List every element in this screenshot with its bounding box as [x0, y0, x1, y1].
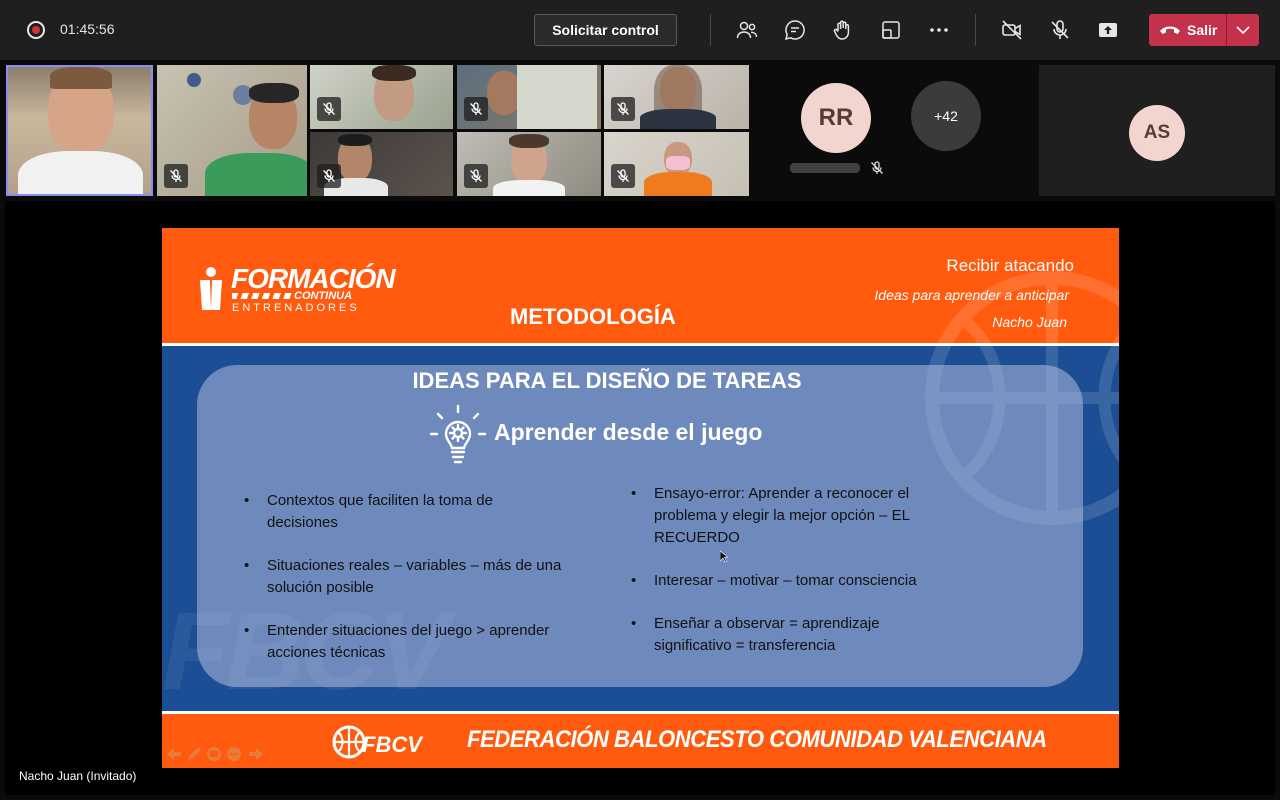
- microphone-off-icon: [170, 169, 182, 182]
- toolbar-divider: [975, 14, 976, 46]
- formacion-continua-logo: FORMACIÓN CONTINUA ENTRENADORES: [196, 264, 396, 314]
- raise-hand-icon[interactable]: [831, 18, 855, 42]
- muted-mic-indicator: [464, 97, 488, 121]
- blurred-participant-name: [790, 163, 860, 173]
- participant-tile[interactable]: AS: [1039, 65, 1275, 196]
- leave-button[interactable]: Salir: [1149, 14, 1226, 46]
- toolbar-divider: [710, 14, 711, 46]
- muted-mic-indicator: [611, 97, 635, 121]
- bullet-item: • Entender situaciones del juego > aprend…: [244, 622, 550, 661]
- presentation-slide: FORMACIÓN CONTINUA ENTRENADORES METODOLO…: [162, 228, 1119, 768]
- teams-meeting-window: 01:45:56 Solicitar control Salir RR +42 …: [0, 0, 1280, 800]
- muted-mic-indicator: [317, 164, 341, 188]
- microphone-off-icon: [470, 102, 482, 115]
- slide-title: METODOLOGÍA: [510, 304, 676, 329]
- bullet-item: • Ensayo-error: Aprender a reconocer el pr…: [631, 485, 910, 546]
- people-icon[interactable]: [735, 18, 759, 42]
- leave-options-chevron[interactable]: [1227, 14, 1259, 46]
- hang-up-icon: [1160, 26, 1180, 34]
- share-screen-icon[interactable]: [1096, 18, 1120, 42]
- recording-icon: [27, 21, 45, 39]
- next-slide-icon[interactable]: [248, 746, 264, 762]
- bullet-item: • Situaciones reales – variables – más de…: [244, 557, 562, 596]
- panel-title: IDEAS PARA EL DISEÑO DE TAREAS: [412, 368, 802, 393]
- microphone-off-icon: [617, 169, 629, 182]
- camera-off-icon[interactable]: [1000, 18, 1024, 42]
- microphone-off-icon: [470, 169, 482, 182]
- muted-mic-indicator: [611, 164, 635, 188]
- previous-slide-icon[interactable]: [166, 746, 182, 762]
- slides-icon[interactable]: [206, 746, 222, 762]
- microphone-off-icon: [323, 169, 335, 182]
- participant-video[interactable]: [604, 65, 749, 129]
- leave-label: Salir: [1187, 22, 1218, 38]
- muted-mic-indicator: [464, 164, 488, 188]
- bullet-item: • Contextos que faciliten la toma de decis…: [244, 492, 493, 531]
- basketball-icon: [332, 725, 366, 759]
- options-icon[interactable]: [226, 746, 242, 762]
- meeting-timer: 01:45:56: [60, 21, 115, 37]
- fbcv-logo: FBCV: [332, 723, 422, 763]
- presenter-name-label: Nacho Juan (Invitado): [19, 769, 137, 783]
- more-options-icon[interactable]: [927, 18, 951, 42]
- participant-video[interactable]: [310, 132, 453, 196]
- participant-video[interactable]: [310, 65, 453, 129]
- microphone-off-icon: [869, 160, 885, 176]
- muted-mic-indicator: [317, 97, 341, 121]
- muted-mic-indicator: [164, 164, 188, 188]
- participant-video-self[interactable]: [6, 65, 153, 196]
- panel-subtitle: Aprender desde el juego: [494, 419, 763, 445]
- chevron-down-icon: [1236, 26, 1250, 35]
- participant-video[interactable]: [457, 65, 601, 129]
- participant-video[interactable]: [157, 65, 307, 196]
- bullet-item: • Enseñar a observar = aprendizaje signifi…: [631, 615, 880, 654]
- coach-figure-icon: [200, 267, 222, 310]
- chat-icon[interactable]: [783, 18, 807, 42]
- slide-footer: FBCV FEDERACIÓN BALONCESTO COMUNIDAD VAL…: [162, 711, 1119, 768]
- leave-button-group: Salir: [1149, 14, 1259, 46]
- lightbulb-gear-icon: [429, 404, 487, 464]
- participant-video[interactable]: [604, 132, 749, 196]
- avatar: AS: [1129, 105, 1185, 161]
- bullet-item: • Interesar – motivar – tomar consciencia: [631, 572, 917, 589]
- request-control-button[interactable]: Solicitar control: [534, 14, 677, 46]
- mouse-cursor-icon: [720, 551, 728, 563]
- microphone-off-icon: [617, 102, 629, 115]
- footer-text: FEDERACIÓN BALONCESTO COMUNIDAD VALENCIA…: [467, 726, 1047, 753]
- overflow-participants-button[interactable]: +42: [911, 81, 981, 151]
- participant-video[interactable]: [457, 132, 601, 196]
- meeting-toolbar: 01:45:56 Solicitar control Salir: [0, 0, 1280, 60]
- avatar[interactable]: RR: [801, 83, 871, 153]
- slide-nav-controls: [164, 743, 270, 765]
- microphone-off-icon: [323, 102, 335, 115]
- view-options-icon[interactable]: [879, 18, 903, 42]
- microphone-off-icon[interactable]: [1048, 18, 1072, 42]
- pen-icon[interactable]: [186, 746, 202, 762]
